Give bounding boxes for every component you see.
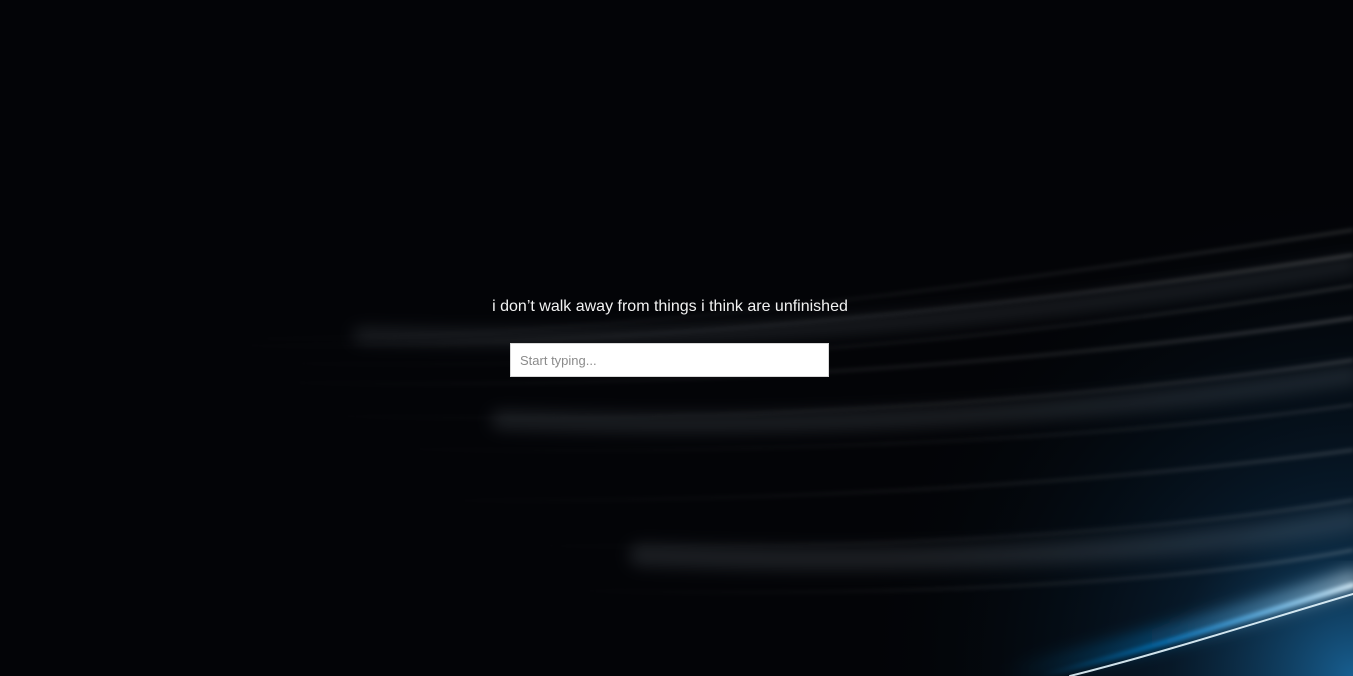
motivational-quote: i don’t walk away from things i think ar…: [492, 298, 848, 315]
space-light-streaks-background: [0, 0, 1353, 676]
wallpaper-screen: i don’t walk away from things i think ar…: [0, 0, 1353, 676]
search-box[interactable]: [510, 343, 829, 377]
search-input[interactable]: [511, 344, 828, 376]
